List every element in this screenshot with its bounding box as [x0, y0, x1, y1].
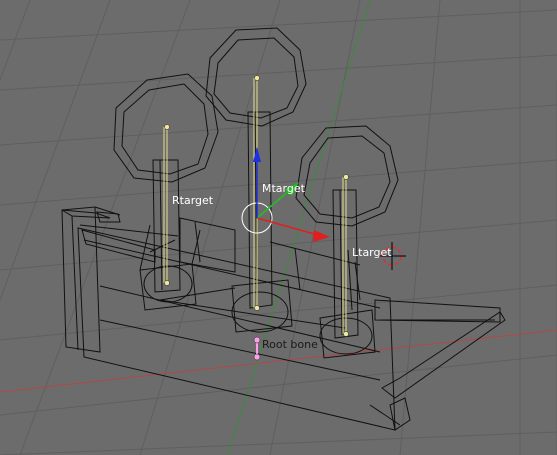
bone-label-root: Root bone — [262, 338, 318, 351]
3d-viewport[interactable]: Rtarget Mtarget Ltarget Root bone — [0, 0, 557, 455]
scene-canvas[interactable] — [0, 0, 557, 455]
manipulator-x-axis[interactable] — [256, 217, 319, 236]
bone-label-rtarget: Rtarget — [172, 194, 214, 207]
root-bone-head[interactable] — [253, 336, 261, 344]
bone-label-mtarget: Mtarget — [262, 182, 305, 195]
floor-grid — [0, 0, 557, 455]
root-bone-tail[interactable] — [253, 353, 261, 361]
base-frame-wireframe — [61, 206, 506, 431]
bone-label-ltarget: Ltarget — [352, 246, 392, 259]
